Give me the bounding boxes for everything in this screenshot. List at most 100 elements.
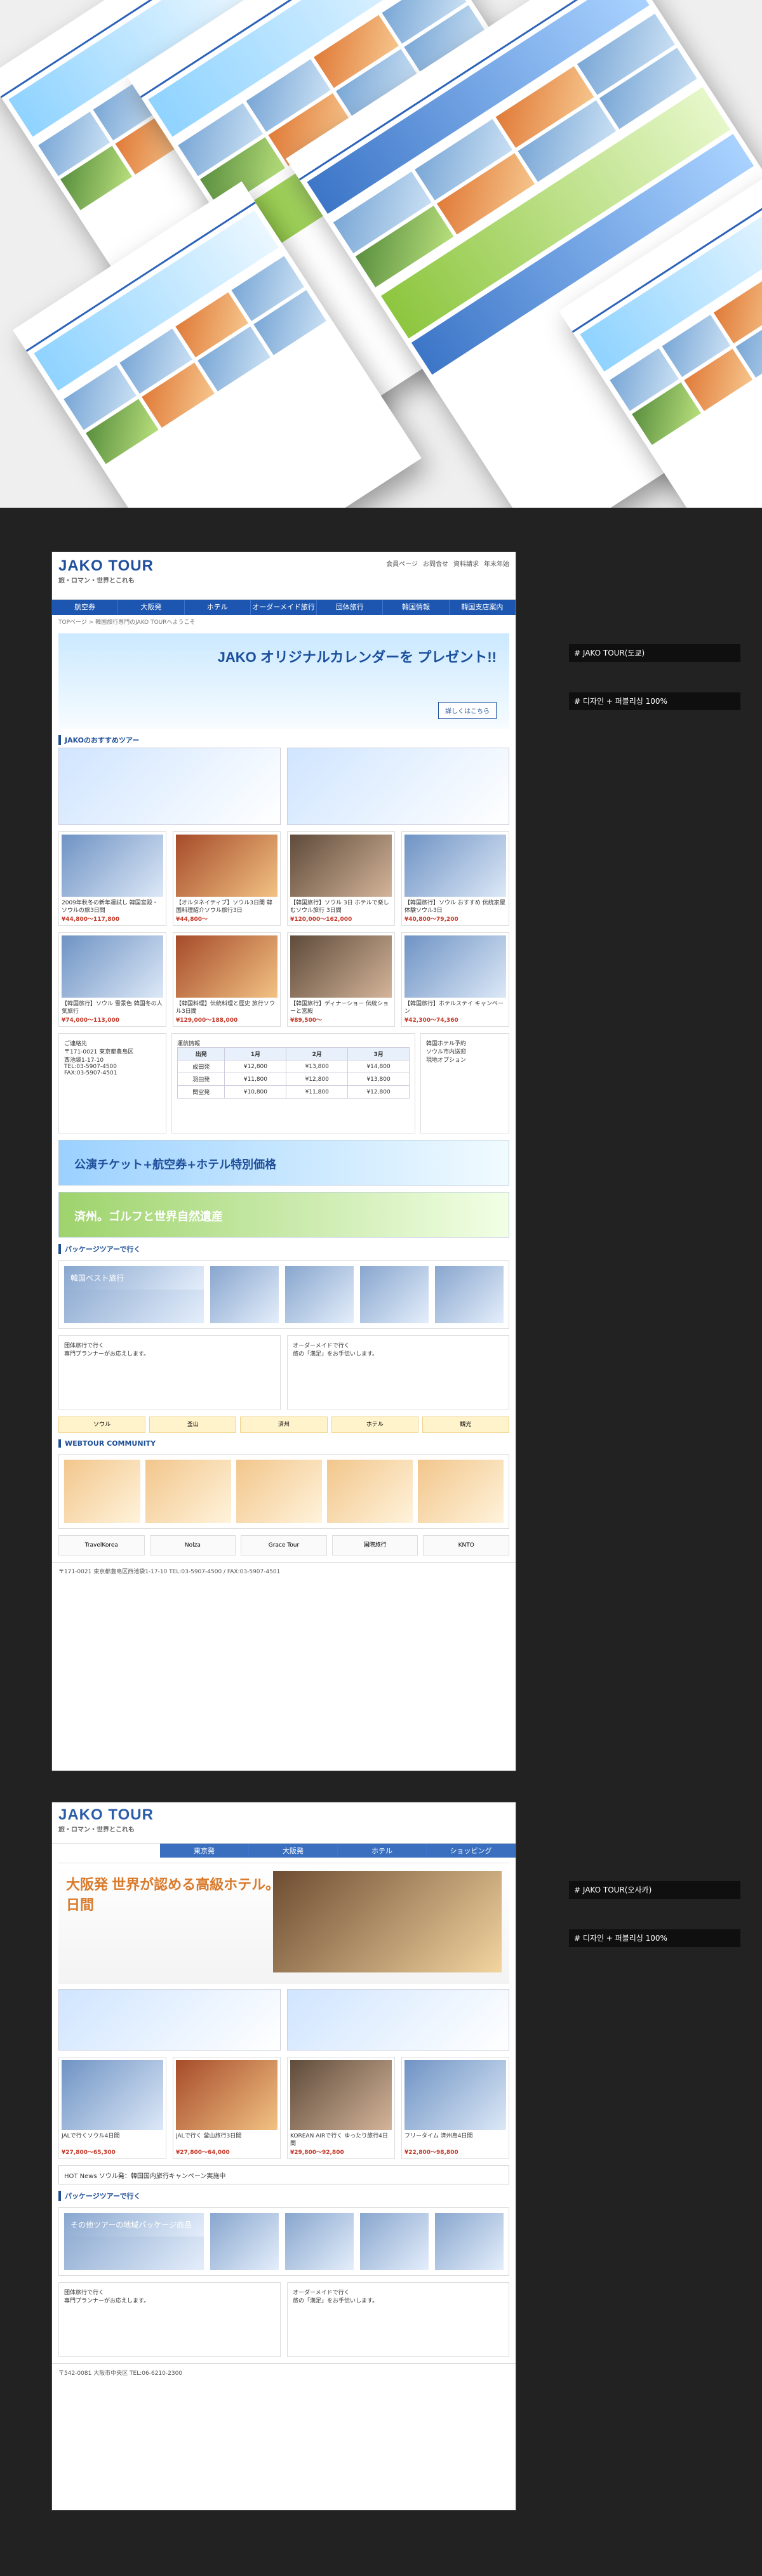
contact-line: FAX:03-5907-4501 (64, 1070, 117, 1076)
hot-news: HOT News ソウル発：韓国国内旅行キャンペーン実施中 (58, 2165, 509, 2184)
package-title: パッケージツアーで行く (58, 2191, 509, 2201)
promo-banner[interactable] (287, 1989, 509, 2051)
tour-card[interactable]: 【韓国旅行】ホテルステイ キャンペーン ¥42,300〜74,360 (401, 932, 509, 1027)
ticket-banner[interactable]: 公演チケット+航空券+ホテル特別価格 (58, 1140, 509, 1186)
tour-card[interactable]: KOREAN AIRで行く ゆったり旅行4日間 ¥29,800〜92,800 (287, 2057, 395, 2159)
logo: JAKO TOUR 旅・ロマン・世界とこれも (58, 1806, 154, 1833)
tour-cards: 2009年秋冬の新年運試し 韓国宮殿・ソウルの旅3日間 ¥44,800〜117,8… (58, 831, 509, 1027)
promo-banner[interactable] (287, 748, 509, 825)
partner-logo[interactable]: Grace Tour (241, 1535, 327, 1556)
nav-item[interactable]: 航空券 (52, 600, 119, 615)
label-tokyo: # JAKO TOUR(도쿄) (569, 644, 740, 662)
tour-image (62, 835, 163, 897)
tour-price: ¥40,800〜79,200 (404, 916, 458, 923)
footer: 〒171-0021 東京都豊島区西池袋1-17-10 TEL:03-5907-4… (52, 1562, 516, 1582)
label-design: # 디자인 + 퍼블리싱 100% (569, 692, 740, 710)
tour-card[interactable]: JALで行く 釜山旅行3日間 ¥27,800〜64,000 (173, 2057, 281, 2159)
order-made-box[interactable]: オーダーメイドで行く 旅の「満足」をお手伝いします。 (287, 2282, 509, 2357)
community-row (58, 1454, 509, 1529)
tour-card[interactable]: 【韓国料理】伝統料理と歴史 旅行ソウル3日間 ¥129,000〜188,000 (173, 932, 281, 1027)
hero-collage (0, 0, 762, 508)
tour-title: 【韓国旅行】ホテルステイ キャンペーン (404, 1001, 504, 1015)
schedule-box: 運航情報 出発 1月 2月 3月 成田発 ¥12,800 ¥13,800 ¥14,800 羽… (171, 1033, 415, 1133)
contact-line: TEL:03-5907-4500 (64, 1064, 117, 1070)
promo-banner[interactable] (58, 748, 281, 825)
utility-nav: 会員ページ お問合せ 資料請求 年末年始 (386, 558, 509, 568)
side-info-item: ソウル市内送迎 (426, 1049, 467, 1055)
osaka-page: JAKO TOUR 旅・ロマン・世界とこれも 東京発 大阪発 ホテル ショッピング… (52, 1802, 516, 2510)
nav-item[interactable]: ショッピング (427, 1844, 516, 1858)
group-tour-box[interactable]: 団体旅行で行く 専門プランナーがお応えします。 (58, 1335, 281, 1410)
quick-link[interactable]: ホテル (331, 1417, 418, 1433)
group-tour-box[interactable]: 団体旅行で行く 専門プランナーがお応えします。 (58, 2282, 281, 2357)
tour-price: ¥74,000〜113,000 (62, 1017, 119, 1024)
service-row: 団体旅行で行く 専門プランナーがお応えします。 オーダーメイドで行く 旅の「満足」を… (58, 1335, 509, 1410)
tour-title: 【韓国旅行】ソウル 3日 ホテルで楽しむソウル旅行 3日間 (290, 900, 389, 914)
tour-card[interactable]: 【韓国旅行】ソウル 3日 ホテルで楽しむソウル旅行 3日間 ¥120,000〜16… (287, 831, 395, 926)
service-row: 団体旅行で行く 専門プランナーがお応えします。 オーダーメイドで行く 旅の「満足」を… (58, 2282, 509, 2357)
partner-logo[interactable]: 国際旅行 (331, 1535, 418, 1556)
package-feature[interactable]: 韓国ベスト旅行 (64, 1266, 204, 1323)
logo: JAKO TOUR 旅・ロマン・世界とこれも (58, 557, 154, 585)
tour-title: 【オルタネイティブ】ソウル3日間 韓国料理紹介ソウル旅行3日 (176, 900, 272, 914)
tour-card[interactable]: JALで行くソウル4日間 ¥27,800〜65,300 (58, 2057, 166, 2159)
contact-box: ご連絡先 〒171-0021 東京都豊島区 西池袋1-17-10 TEL:03-… (58, 1033, 166, 1133)
utility-link[interactable]: 会員ページ (386, 558, 418, 568)
nav-item[interactable]: 東京発 (160, 1844, 249, 1858)
golf-banner[interactable]: 済州。ゴルフと世界自然遺産 (58, 1192, 509, 1238)
order-made-box[interactable]: オーダーメイドで行く 旅の「満足」をお手伝いします。 (287, 1335, 509, 1410)
nav-item[interactable]: 大阪発 (118, 600, 185, 615)
promo-banner[interactable] (58, 1989, 281, 2051)
tour-image (176, 835, 277, 897)
promo-row (58, 748, 509, 825)
breadcrumb: TOPページ > 韓国旅行専門のJAKO TOURへようこそ (58, 619, 196, 626)
main-nav: 東京発 大阪発 ホテル ショッピング (160, 1844, 516, 1858)
utility-link[interactable]: お問合せ (423, 558, 448, 568)
banner-title: JAKO オリジナルカレンダーを プレゼント!! (217, 649, 497, 665)
tour-card[interactable]: 【韓国旅行】ソウル 雪景色 韓国冬の人気旅行 ¥74,000〜113,000 (58, 932, 166, 1027)
banner-button[interactable]: 詳しくはこちら (438, 702, 497, 719)
banner-image (273, 1871, 502, 1972)
nav-item[interactable]: 大阪発 (249, 1844, 338, 1858)
info-blocks: ご連絡先 〒171-0021 東京都豊島区 西池袋1-17-10 TEL:03-… (58, 1033, 509, 1133)
tour-title: 【韓国旅行】ディナーショー 伝統ショーと宮殿 (290, 1001, 389, 1015)
utility-link[interactable]: 資料請求 (453, 558, 479, 568)
nav-item[interactable]: 団体旅行 (317, 600, 384, 615)
tour-price: ¥120,000〜162,000 (290, 916, 352, 923)
tour-image (404, 835, 506, 897)
utility-link[interactable]: 年末年始 (484, 558, 509, 568)
side-info-item: 韓国ホテル予約 (426, 1041, 467, 1047)
tour-cards: JALで行くソウル4日間 ¥27,800〜65,300 JALで行く 釜山旅行3日… (58, 2057, 509, 2159)
package-title: パッケージツアーで行く (58, 1244, 509, 1254)
tour-card[interactable]: 2009年秋冬の新年運試し 韓国宮殿・ソウルの旅3日間 ¥44,800〜117,8… (58, 831, 166, 926)
nav-item[interactable]: 韓国支店案内 (450, 600, 516, 615)
main-nav: 航空券 大阪発 ホテル オーダーメイド旅行 団体旅行 韓国情報 韓国支店案内 (52, 600, 516, 615)
tour-card[interactable]: フリータイム 済州島4日間 ¥22,800〜98,800 (401, 2057, 509, 2159)
tour-card[interactable]: 【韓国旅行】ソウル おすすめ 伝統家屋体験ソウル3日 ¥40,800〜79,200 (401, 831, 509, 926)
tour-price: ¥129,000〜188,000 (176, 1017, 238, 1024)
tour-title: 【韓国旅行】ソウル おすすめ 伝統家屋体験ソウル3日 (404, 900, 505, 914)
tour-image (176, 935, 277, 998)
quick-link[interactable]: ソウル (58, 1417, 146, 1433)
nav-item[interactable]: ホテル (185, 600, 251, 615)
tour-card[interactable]: 【韓国旅行】ディナーショー 伝統ショーと宮殿 ¥89,500〜 (287, 932, 395, 1027)
partner-logo[interactable]: TravelKorea (58, 1535, 145, 1556)
quick-link[interactable]: 済州 (240, 1417, 328, 1433)
package-row: 韓国ベスト旅行 (58, 1260, 509, 1329)
tour-price: ¥89,500〜 (290, 1017, 322, 1024)
tour-image (290, 835, 392, 897)
partner-logo[interactable]: KNTO (423, 1535, 509, 1556)
tour-price: ¥42,300〜74,360 (404, 1017, 458, 1024)
tour-card[interactable]: 【オルタネイティブ】ソウル3日間 韓国料理紹介ソウル旅行3日 ¥44,800〜 (173, 831, 281, 926)
community-title: WEBTOUR COMMUNITY (58, 1439, 509, 1448)
nav-item[interactable]: 韓国情報 (383, 600, 450, 615)
nav-item[interactable]: ホテル (338, 1844, 427, 1858)
quick-link[interactable]: 釜山 (149, 1417, 237, 1433)
schedule-title: 運航情報 (177, 1041, 201, 1047)
nav-item[interactable]: オーダーメイド旅行 (251, 600, 318, 615)
partner-logo[interactable]: Nolza (149, 1535, 236, 1556)
quick-link[interactable]: 観光 (422, 1417, 510, 1433)
tour-image (62, 935, 163, 998)
package-feature[interactable]: その他ツアーの地域パッケージ商品 (64, 2213, 204, 2270)
tour-price: ¥44,800〜117,800 (62, 916, 119, 923)
